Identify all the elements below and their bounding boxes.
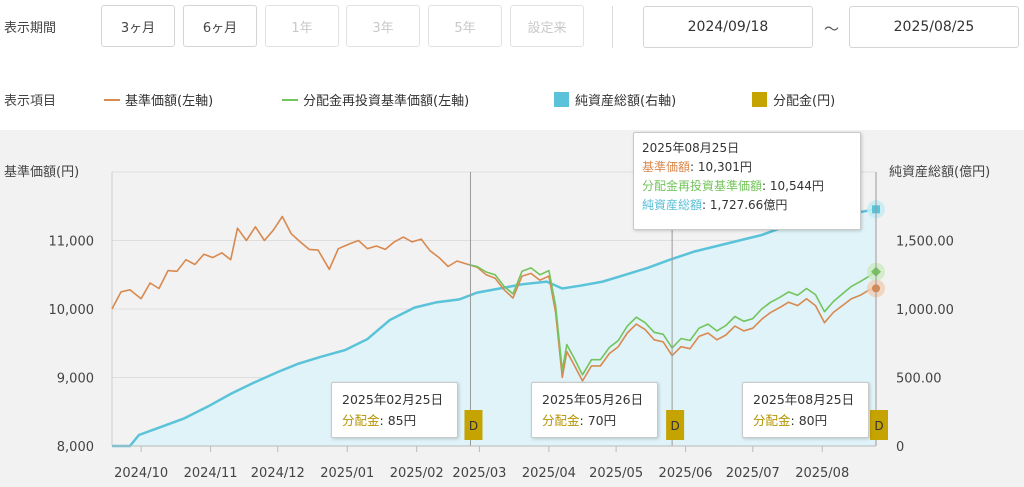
dividend-tooltip-may: 2025年05月26日 分配金: 70円 <box>531 382 658 438</box>
x-tick-label: 2025/07 <box>726 466 780 481</box>
period-button-since-inception[interactable]: 設定来 <box>510 5 584 47</box>
dividend-tooltip-aug-date: 2025年08月25日 <box>753 392 855 407</box>
dividend-tooltip-aug-value: 80円 <box>798 413 828 428</box>
legend-item-dividend[interactable]: 分配金(円) <box>752 90 835 109</box>
period-button-1y[interactable]: 1年 <box>265 5 339 47</box>
x-tick-label: 2024/11 <box>184 466 238 481</box>
tooltip-nav-label: 基準価額 <box>642 160 691 174</box>
dividend-marker-label: D <box>469 419 478 433</box>
tooltip-date: 2025年08月25日 <box>642 141 740 155</box>
legend-swatch-dividend <box>752 92 767 107</box>
legend-swatch-assets <box>554 92 569 107</box>
left-tick-label: 10,000 <box>49 303 95 318</box>
legend-swatch-nav <box>104 98 120 101</box>
legend-item-assets[interactable]: 純資産総額(右軸) <box>554 90 676 109</box>
left-axis-title: 基準価額(円) <box>4 164 79 180</box>
dividend-tooltip-may-label: 分配金 <box>542 413 580 428</box>
chart-area[interactable]: 8,000 9,000 10,000 11,000 0 500.00 1,000.00 1,5… <box>0 130 1024 487</box>
period-label: 表示期間 <box>4 21 57 36</box>
dividend-tooltip-may-value: 70円 <box>587 413 617 428</box>
period-button-6m[interactable]: 6ヶ月 <box>183 5 257 47</box>
dividend-tooltip-feb: 2025年02月25日 分配金: 85円 <box>331 382 458 438</box>
x-tick-label: 2025/03 <box>452 466 506 481</box>
legend-label: 表示項目 <box>4 94 57 109</box>
dividend-marker-label: D <box>874 419 883 433</box>
x-tick-label: 2025/05 <box>589 466 643 481</box>
end-date-input[interactable]: 2025/08/25 <box>849 6 1019 48</box>
dividend-marker-label: D <box>670 419 679 433</box>
period-button-3m[interactable]: 3ヶ月 <box>101 5 175 47</box>
tooltip-assets-value: 1,727.66億円 <box>709 198 788 212</box>
period-divider <box>612 6 613 48</box>
x-tick-label: 2024/10 <box>114 466 168 481</box>
tooltip-assets-label: 純資産総額 <box>642 198 703 212</box>
period-row: 表示期間 3ヶ月 6ヶ月 1年 3年 5年 設定来 2024/09/18 ～ 2… <box>0 0 1024 60</box>
tooltip-reinvest-label: 分配金再投資基準価額 <box>642 179 763 193</box>
dividend-tooltip-aug-label: 分配金 <box>753 413 791 428</box>
legend-text-assets: 純資産総額(右軸) <box>575 94 677 109</box>
x-tick-label: 2024/12 <box>251 466 305 481</box>
period-button-3y[interactable]: 3年 <box>346 5 420 47</box>
dividend-tooltip-feb-date: 2025年02月25日 <box>342 392 444 407</box>
dividend-tooltip-feb-value: 85円 <box>387 413 417 428</box>
right-tick-label: 0 <box>896 440 904 455</box>
left-tick-label: 9,000 <box>57 372 94 387</box>
start-date-input[interactable]: 2024/09/18 <box>643 6 813 48</box>
tooltip-nav-value: 10,301円 <box>697 160 752 174</box>
date-range-separator: ～ <box>824 20 840 38</box>
hover-tooltip: 2025年08月25日 基準価額: 10,301円 分配金再投資基準価額: 10… <box>633 132 861 230</box>
right-axis-title: 純資産総額(億円) <box>889 164 990 180</box>
legend-text-nav: 基準価額(左軸) <box>125 94 214 109</box>
left-tick-label: 8,000 <box>57 440 94 455</box>
dividend-tooltip-aug: 2025年08月25日 分配金: 80円 <box>742 382 869 438</box>
right-tick-label: 1,000.00 <box>896 303 954 318</box>
legend-swatch-reinvest <box>282 98 298 101</box>
x-tick-label: 2025/08 <box>795 466 849 481</box>
legend-text-dividend: 分配金(円) <box>773 94 836 109</box>
legend-item-nav[interactable]: 基準価額(左軸) <box>104 90 213 109</box>
dividend-tooltip-may-date: 2025年05月26日 <box>542 392 644 407</box>
period-button-5y[interactable]: 5年 <box>428 5 502 47</box>
x-tick-label: 2025/06 <box>659 466 713 481</box>
legend-row: 表示項目 基準価額(左軸) 分配金再投資基準価額(左軸) 純資産総額(右軸) 分… <box>0 76 1024 126</box>
x-tick-label: 2025/01 <box>320 466 374 481</box>
x-tick-label: 2025/04 <box>522 466 576 481</box>
legend-item-reinvest[interactable]: 分配金再投資基準価額(左軸) <box>282 90 469 109</box>
legend-text-reinvest: 分配金再投資基準価額(左軸) <box>303 94 470 109</box>
left-tick-label: 11,000 <box>49 235 95 250</box>
price-chart[interactable]: 8,000 9,000 10,000 11,000 0 500.00 1,000.00 1,5… <box>0 130 1024 487</box>
right-tick-label: 1,500.00 <box>896 235 954 250</box>
right-tick-label: 500.00 <box>896 372 942 387</box>
x-tick-label: 2025/02 <box>390 466 444 481</box>
dividend-tooltip-feb-label: 分配金 <box>342 413 380 428</box>
tooltip-reinvest-value: 10,544円 <box>769 179 824 193</box>
